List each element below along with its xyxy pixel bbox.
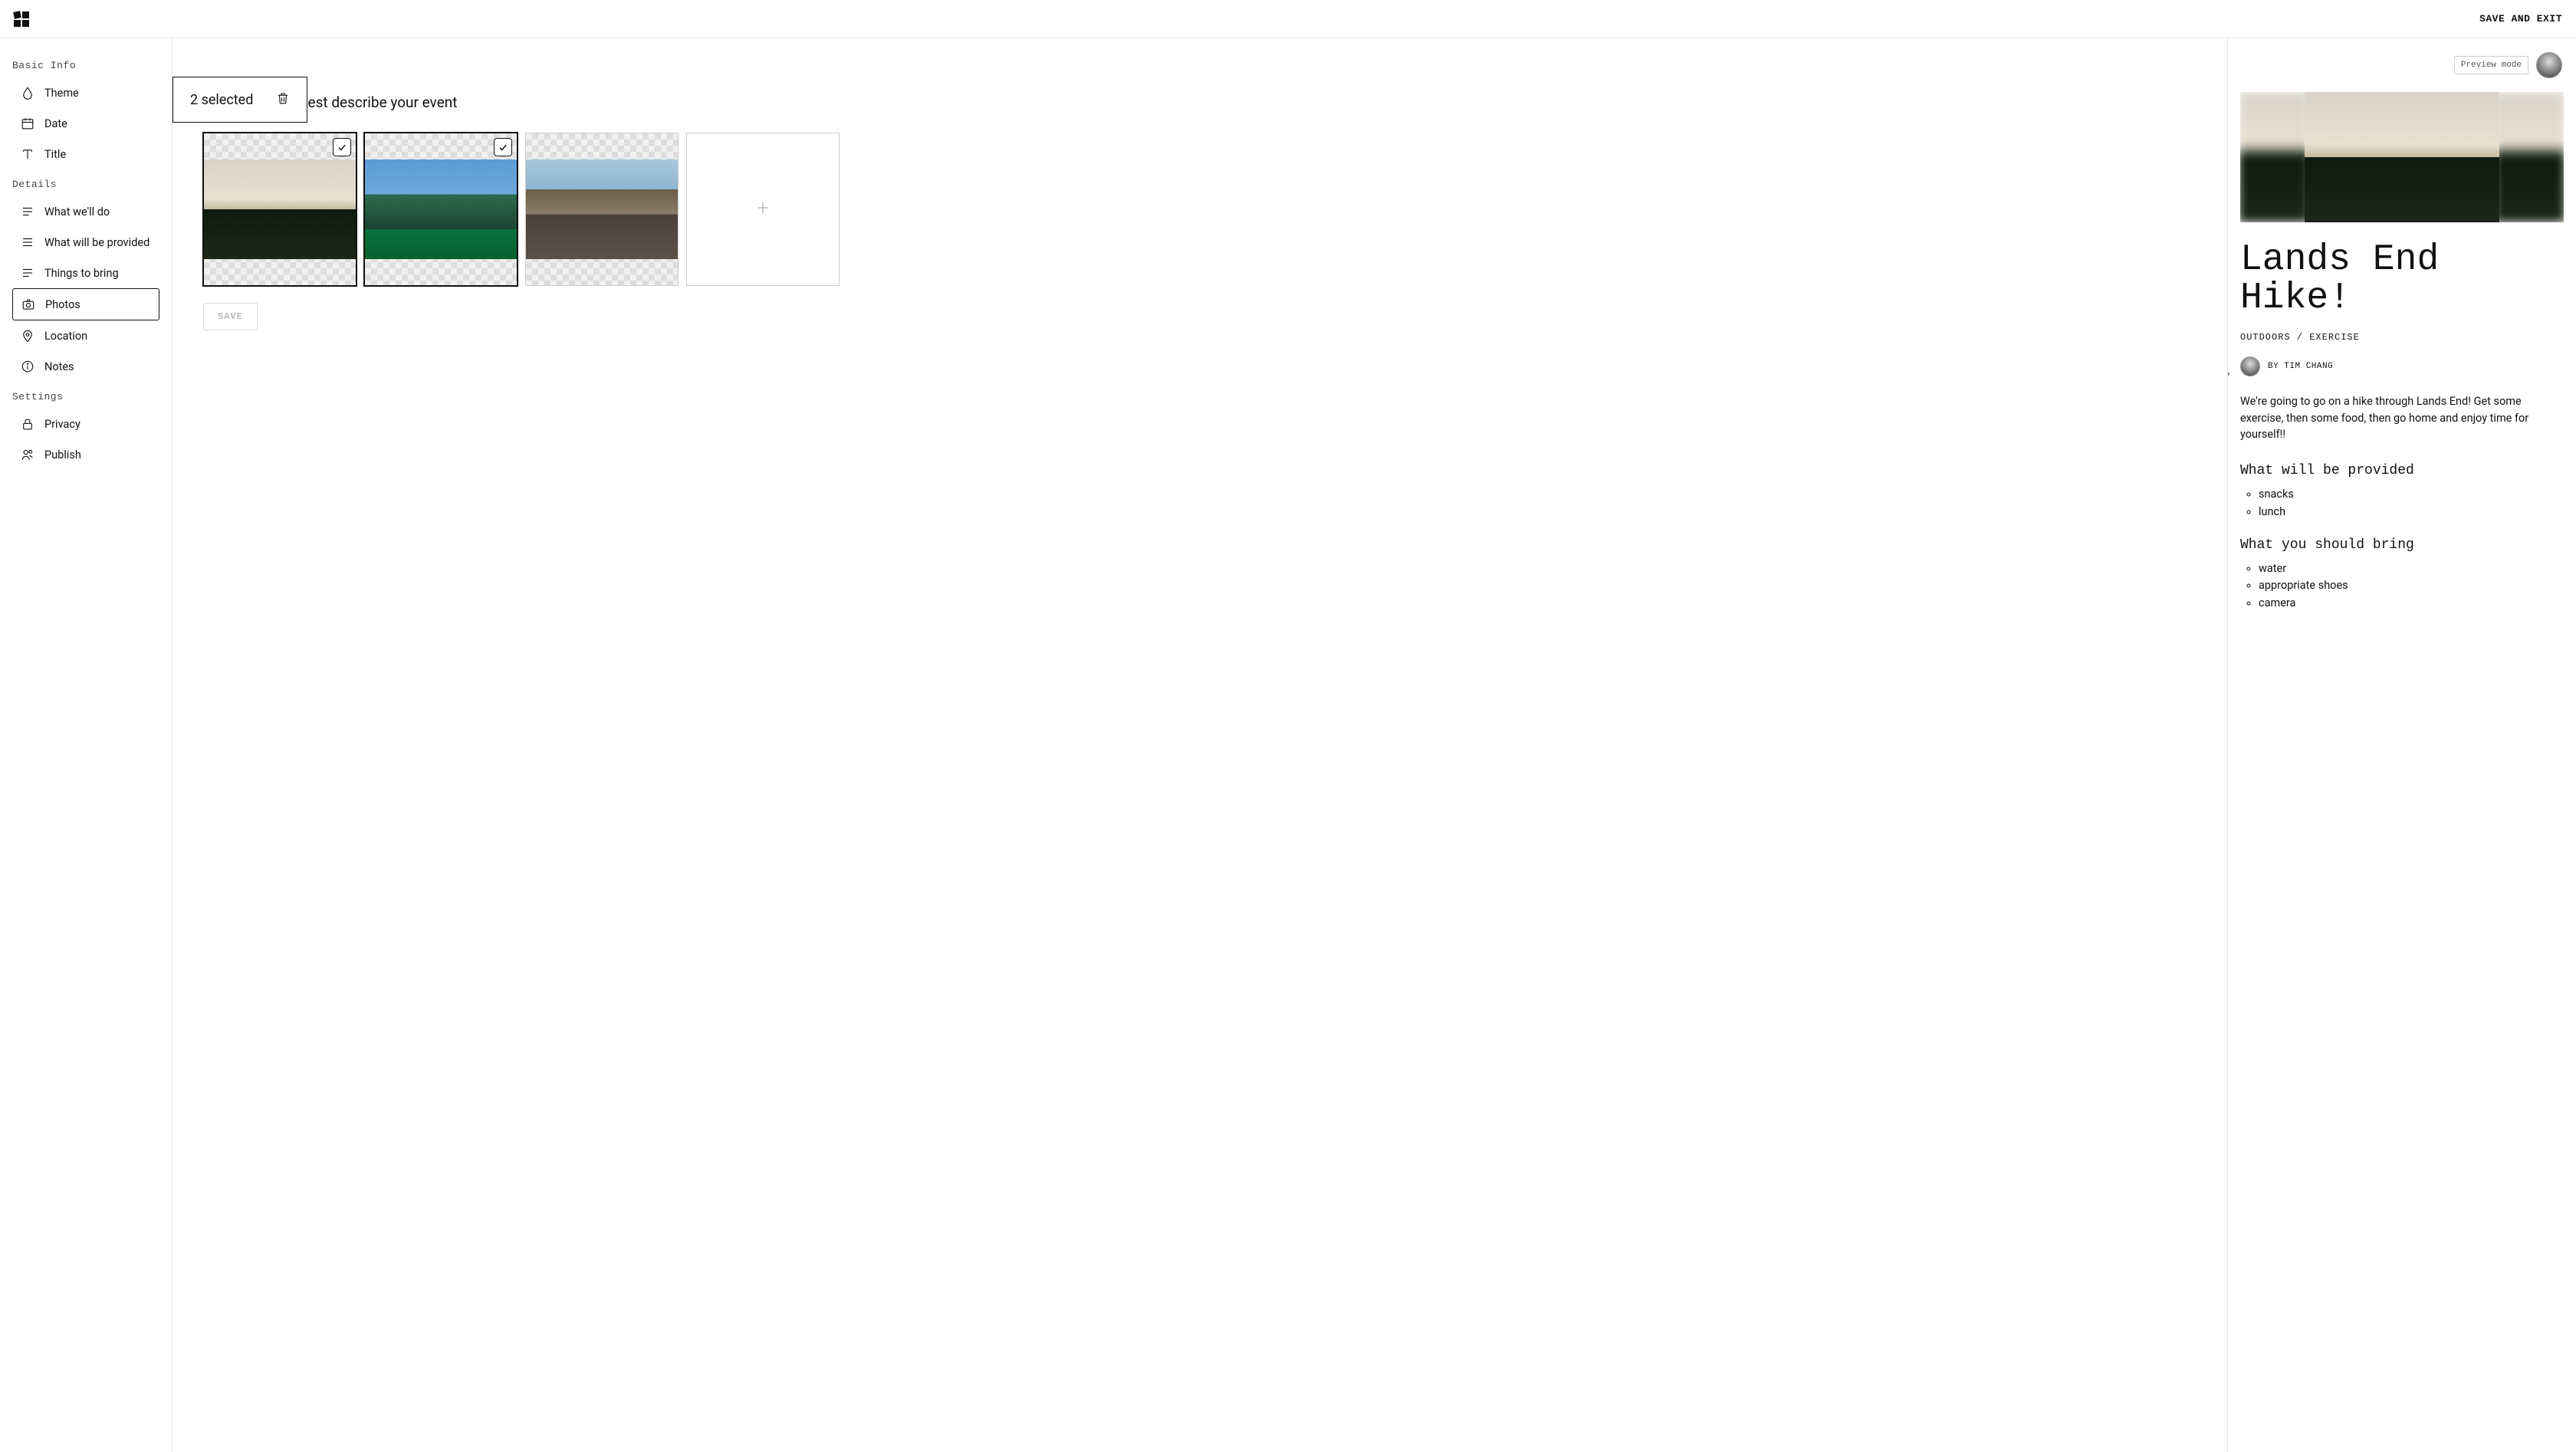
- preview-panel: Preview mode Lands End Hike! OUTDOORS / …: [2228, 38, 2576, 1452]
- sidebar-section-basic-info: Basic Info: [12, 60, 159, 71]
- sidebar-item-theme[interactable]: Theme: [12, 77, 159, 108]
- sidebar-item-label: Photos: [45, 298, 80, 311]
- list-icon: [20, 235, 35, 250]
- sidebar-item-what-provided[interactable]: What will be provided: [12, 227, 159, 258]
- photo-thumbnail: [365, 159, 517, 259]
- lock-icon: [20, 416, 35, 432]
- calendar-icon: [20, 116, 35, 131]
- sidebar-item-privacy[interactable]: Privacy: [12, 409, 159, 439]
- sidebar-item-things-to-bring[interactable]: Things to bring: [12, 258, 159, 288]
- selection-toolbar: 2 selected: [172, 77, 307, 123]
- sidebar-item-label: Theme: [44, 87, 79, 100]
- info-icon: [20, 359, 35, 374]
- selection-count: 2 selected: [190, 92, 253, 108]
- checkmark-icon[interactable]: [494, 138, 512, 156]
- people-icon: [20, 447, 35, 462]
- text-icon: [20, 146, 35, 162]
- sidebar-item-notes[interactable]: Notes: [12, 351, 159, 382]
- sidebar-item-photos[interactable]: Photos: [12, 288, 159, 320]
- photo-tile[interactable]: [525, 133, 678, 286]
- photo-tile[interactable]: [203, 133, 356, 286]
- trash-icon[interactable]: [276, 91, 290, 108]
- sidebar-item-date[interactable]: Date: [12, 108, 159, 139]
- photo-grid: [203, 133, 2196, 286]
- sidebar-item-label: Publish: [44, 448, 81, 462]
- sidebar-item-label: Things to bring: [44, 267, 119, 280]
- pin-icon: [20, 328, 35, 343]
- sidebar-item-location[interactable]: Location: [12, 320, 159, 351]
- photo-tile[interactable]: [364, 133, 518, 286]
- list-item: camera: [2259, 595, 2564, 612]
- preview-byline: BY TIM CHANG: [2240, 356, 2564, 376]
- user-avatar[interactable]: [2536, 52, 2562, 78]
- camera-icon: [21, 297, 36, 312]
- preview-byline-text: BY TIM CHANG: [2268, 362, 2333, 371]
- sidebar-item-label: What we'll do: [44, 205, 110, 218]
- preview-title: Lands End Hike!: [2240, 241, 2564, 318]
- sidebar-item-label: Title: [44, 148, 66, 161]
- preview-hero-image: [2240, 92, 2564, 222]
- add-photo-tile[interactable]: [686, 133, 840, 286]
- preview-bring-list: water appropriate shoes camera: [2240, 560, 2564, 612]
- list-icon: [20, 204, 35, 219]
- list-item: lunch: [2259, 504, 2564, 521]
- sidebar-item-label: Notes: [44, 360, 74, 373]
- sidebar-item-label: Date: [44, 117, 67, 130]
- sidebar-item-what-well-do[interactable]: What we'll do: [12, 196, 159, 227]
- sidebar-item-label: Privacy: [44, 418, 80, 431]
- preview-provided-heading: What will be provided: [2240, 463, 2564, 478]
- list-item: snacks: [2259, 486, 2564, 503]
- preview-top-right: Preview mode: [2454, 52, 2562, 78]
- chevron-right-icon[interactable]: [2228, 368, 2234, 380]
- main-content: 2 selected ity photos that best describe…: [172, 38, 2228, 1452]
- list-item: water: [2259, 560, 2564, 577]
- author-avatar: [2240, 356, 2260, 376]
- drop-icon: [20, 85, 35, 100]
- sidebar-item-label: What will be provided: [44, 236, 150, 249]
- sidebar-section-details: Details: [12, 179, 159, 190]
- preview-tags: OUTDOORS / EXERCISE: [2240, 332, 2564, 343]
- checkmark-icon[interactable]: [333, 138, 351, 156]
- sidebar-item-publish[interactable]: Publish: [12, 439, 159, 470]
- sidebar-item-label: Location: [44, 330, 87, 343]
- photo-thumbnail: [204, 159, 356, 259]
- preview-description: We're going to go on a hike through Land…: [2240, 393, 2564, 443]
- sidebar-section-settings: Settings: [12, 391, 159, 402]
- save-button[interactable]: SAVE: [203, 303, 258, 330]
- main-heading: ity photos that best describe your event: [203, 94, 2196, 111]
- preview-bring-heading: What you should bring: [2240, 537, 2564, 553]
- preview-provided-list: snacks lunch: [2240, 486, 2564, 521]
- top-bar: SAVE AND EXIT: [0, 0, 2576, 38]
- list-item: appropriate shoes: [2259, 577, 2564, 594]
- preview-mode-badge: Preview mode: [2454, 56, 2528, 74]
- list-icon: [20, 265, 35, 281]
- sidebar-item-title[interactable]: Title: [12, 139, 159, 169]
- plus-icon: [755, 200, 770, 218]
- photo-thumbnail: [526, 159, 678, 259]
- app-logo[interactable]: [12, 10, 31, 28]
- sidebar: Basic Info Theme Date Title Details What…: [0, 38, 172, 1452]
- save-and-exit-button[interactable]: SAVE AND EXIT: [2479, 13, 2562, 25]
